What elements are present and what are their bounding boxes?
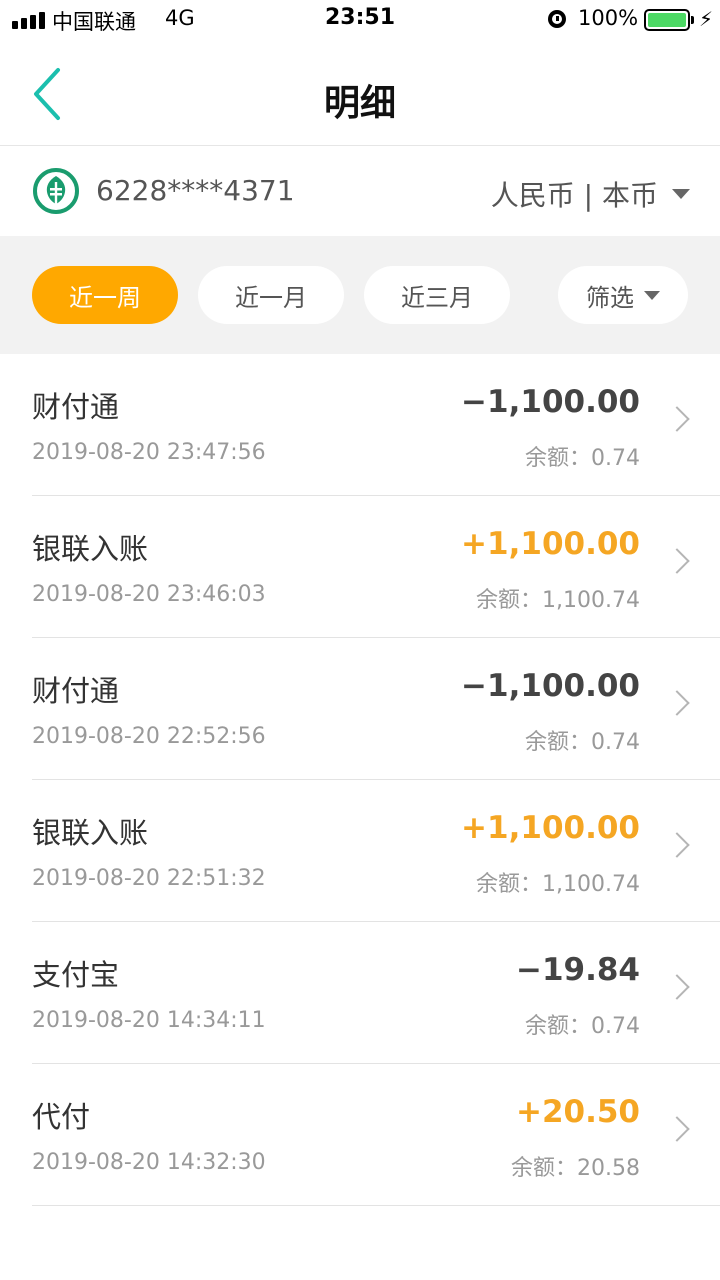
transaction-amount: −1,100.00: [461, 384, 640, 420]
chevron-right-icon: [664, 406, 690, 432]
transaction-title: 支付宝: [32, 958, 120, 992]
chevron-right-icon: [664, 690, 690, 716]
transaction-list: 财付通 2019-08-20 23:47:56 −1,100.00 余额：0.7…: [0, 354, 720, 1206]
currency-selector[interactable]: 人民币 | 本币: [491, 174, 690, 214]
filter-dropdown-button[interactable]: 筛选: [558, 266, 688, 324]
status-bar: 中国联通 4G 23:51 100% ⚡: [0, 0, 720, 40]
filter-bar: 近一周 近一月 近三月 筛选: [0, 236, 720, 354]
transaction-amount: +1,100.00: [461, 526, 640, 562]
account-number: 6228****4371: [96, 174, 295, 207]
transaction-balance: 余额：1,100.74: [476, 588, 640, 613]
transaction-title: 银联入账: [32, 816, 149, 850]
transaction-time: 2019-08-20 14:32:30: [32, 1150, 266, 1175]
chevron-right-icon: [664, 832, 690, 858]
chevron-right-icon: [664, 974, 690, 1000]
transaction-balance: 余额：0.74: [525, 446, 640, 471]
chevron-right-icon: [664, 1116, 690, 1142]
transaction-title: 财付通: [32, 390, 120, 424]
transaction-amount: +20.50: [515, 1094, 640, 1130]
battery-percent: 100%: [578, 6, 639, 30]
transaction-time: 2019-08-20 22:51:32: [32, 866, 266, 891]
filter-dropdown-label: 筛选: [586, 283, 634, 312]
chevron-right-icon: [664, 548, 690, 574]
nav-bar: 明细: [0, 40, 720, 146]
transaction-row[interactable]: 代付 2019-08-20 14:32:30 +20.50 余额：20.58: [0, 1064, 720, 1206]
transaction-balance: 余额：0.74: [525, 1014, 640, 1039]
transaction-time: 2019-08-20 14:34:11: [32, 1008, 266, 1033]
filter-three-months-button[interactable]: 近三月: [364, 266, 510, 324]
filter-three-months-label: 近三月: [401, 283, 473, 312]
account-bar: 6228****4371 人民币 | 本币: [0, 146, 720, 236]
filter-week-button[interactable]: 近一周: [32, 266, 178, 324]
transaction-title: 财付通: [32, 674, 120, 708]
transaction-title: 代付: [32, 1100, 91, 1134]
transaction-balance: 余额：1,100.74: [476, 872, 640, 897]
currency-label: 人民币 | 本币: [490, 179, 658, 212]
transaction-time: 2019-08-20 22:52:56: [32, 724, 266, 749]
transaction-amount: +1,100.00: [461, 810, 640, 846]
charging-icon: ⚡: [699, 7, 714, 31]
transaction-time: 2019-08-20 23:46:03: [32, 582, 266, 607]
transaction-time: 2019-08-20 23:47:56: [32, 440, 266, 465]
battery-icon: [644, 9, 690, 31]
caret-down-icon: [672, 189, 690, 199]
transaction-balance: 余额：0.74: [525, 730, 640, 755]
transaction-row[interactable]: 财付通 2019-08-20 23:47:56 −1,100.00 余额：0.7…: [0, 354, 720, 496]
alarm-icon: [548, 10, 566, 28]
transaction-title: 银联入账: [32, 532, 149, 566]
transaction-row[interactable]: 支付宝 2019-08-20 14:34:11 −19.84 余额：0.74: [0, 922, 720, 1064]
transaction-balance: 余额：20.58: [511, 1156, 640, 1181]
filter-month-label: 近一月: [235, 283, 307, 312]
caret-down-icon: [644, 290, 660, 300]
transaction-amount: −1,100.00: [461, 668, 640, 704]
transaction-row[interactable]: 银联入账 2019-08-20 22:51:32 +1,100.00 余额：1,…: [0, 780, 720, 922]
page-title: 明细: [323, 83, 396, 124]
bank-logo-icon: [33, 168, 79, 214]
transaction-row[interactable]: 银联入账 2019-08-20 23:46:03 +1,100.00 余额：1,…: [0, 496, 720, 638]
transaction-amount: −19.84: [515, 952, 640, 988]
filter-week-label: 近一周: [69, 283, 141, 312]
transaction-row[interactable]: 财付通 2019-08-20 22:52:56 −1,100.00 余额：0.7…: [0, 638, 720, 780]
filter-month-button[interactable]: 近一月: [198, 266, 344, 324]
battery-tip: [691, 16, 694, 24]
